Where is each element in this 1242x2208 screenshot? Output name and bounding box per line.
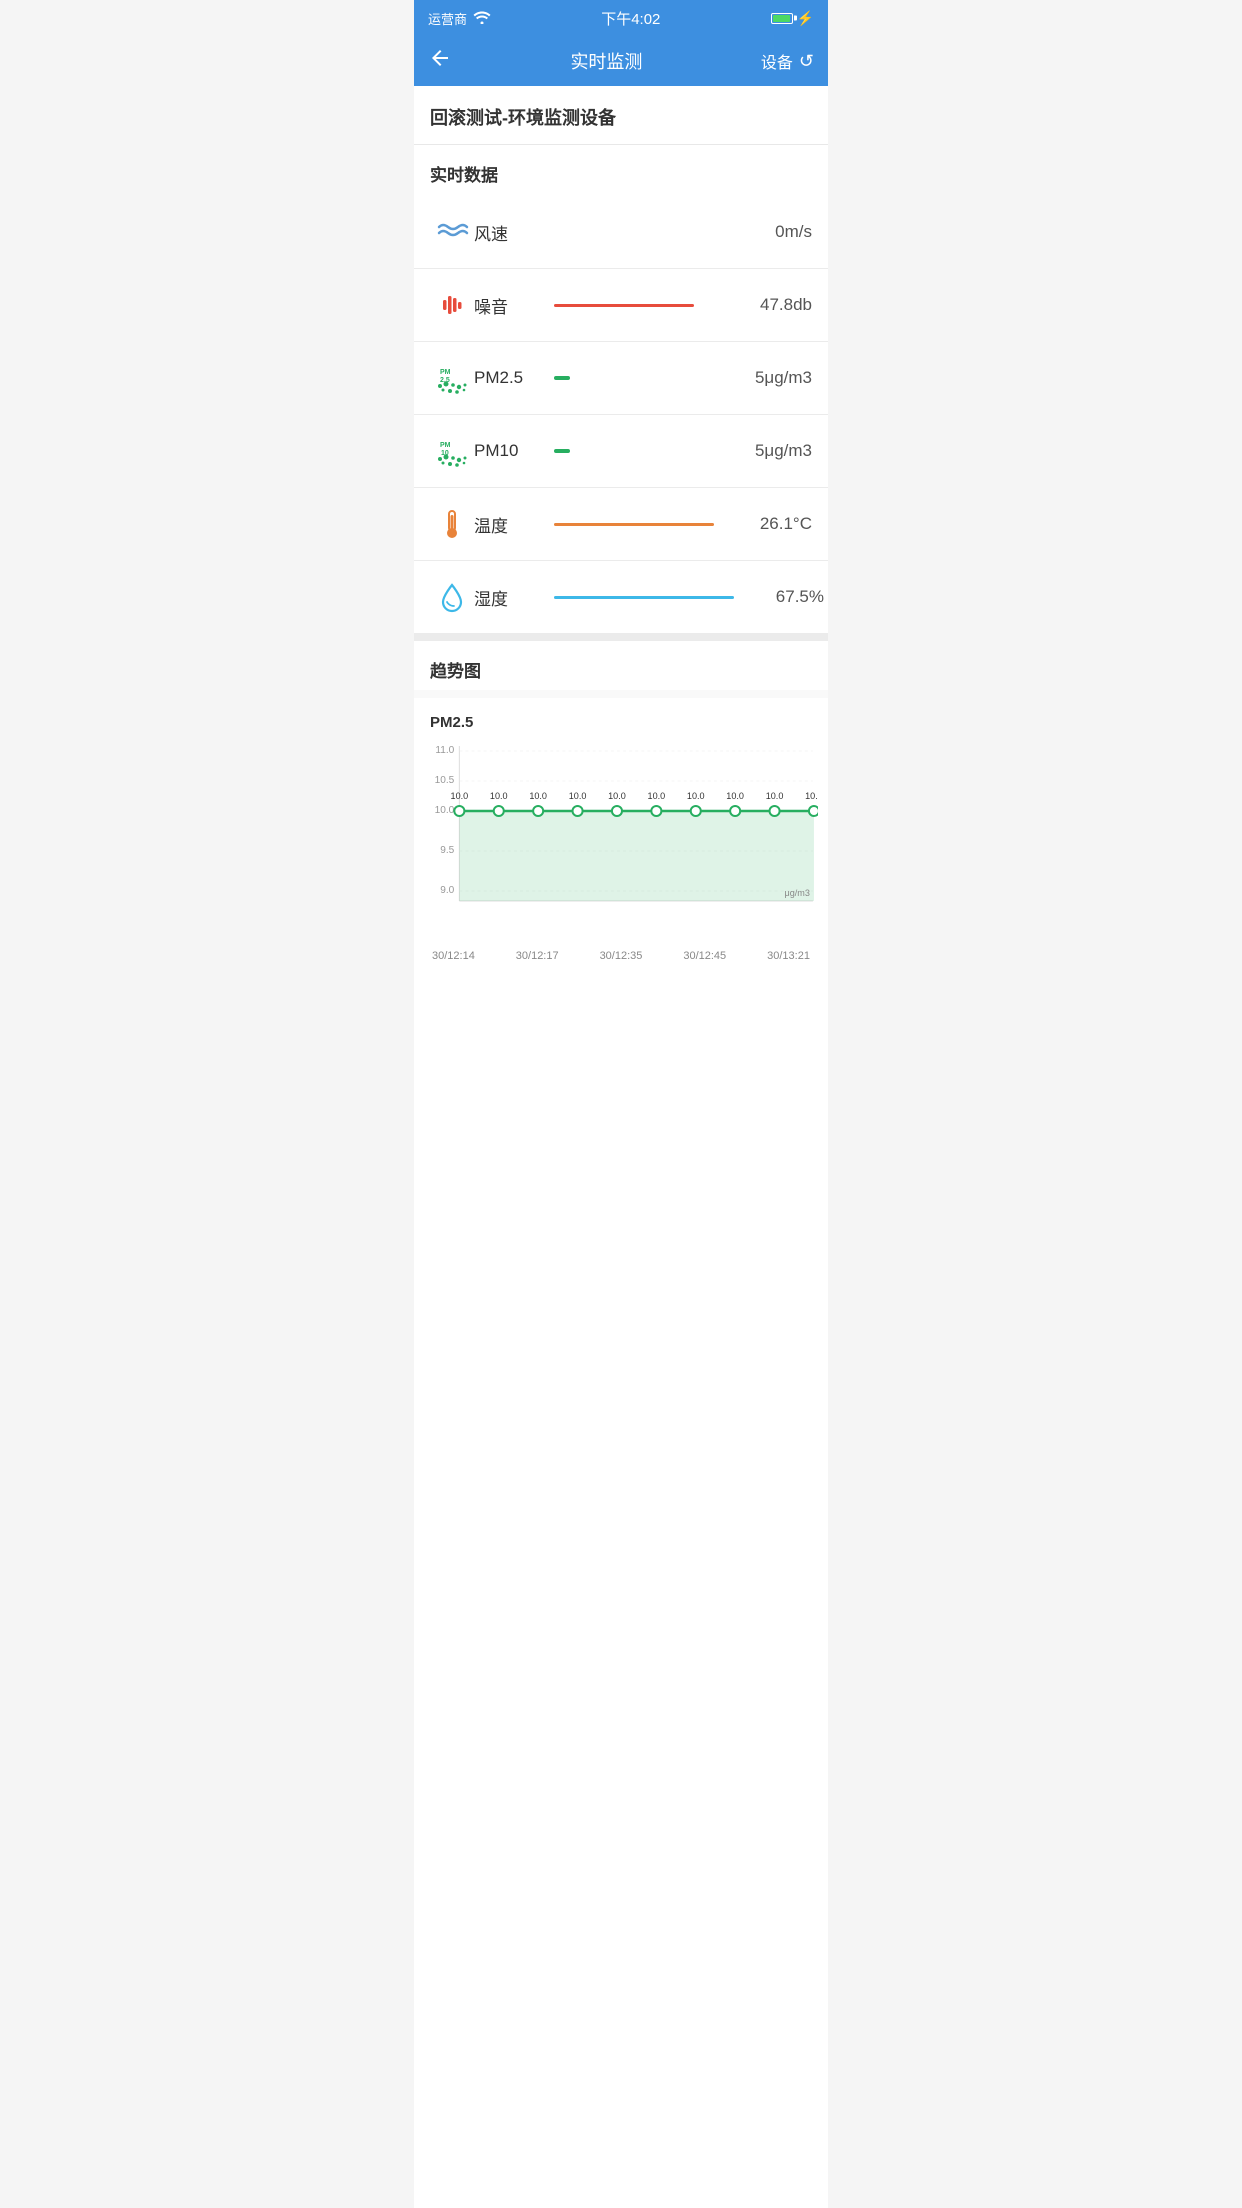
temp-icon [430,502,474,546]
wind-label: 风速 [474,220,554,245]
pm10-value: 5μg/m3 [722,441,812,461]
temp-bar [554,523,714,526]
chart-section: PM2.5 11.0 10.5 10.0 9.5 9.0 [414,698,828,971]
device-title: 回滚测试-环境监测设备 [414,86,828,145]
svg-text:11.0: 11.0 [435,745,454,756]
svg-text:PM: PM [440,369,451,376]
pm10-bar-area [554,449,722,453]
x-label-4: 30/12:45 [683,950,726,962]
x-label-5: 30/13:21 [767,950,810,962]
pm25-icon: PM 2.5 [430,356,474,400]
svg-text:10.0: 10.0 [451,791,469,801]
svg-text:10.0: 10.0 [648,791,666,801]
chart-x-labels: 30/12:14 30/12:17 30/12:35 30/12:45 30/1… [424,946,818,962]
device-label: 设备 [761,49,793,73]
status-time: 下午4:02 [601,8,660,29]
humidity-value: 67.5% [734,587,824,607]
x-label-1: 30/12:14 [432,950,475,962]
svg-text:10.0: 10.0 [608,791,626,801]
pm25-label: PM2.5 [474,368,554,388]
trend-section: 趋势图 PM2.5 11.0 10.5 10.0 9.5 9.0 [414,633,828,971]
noise-row: 噪音 47.8db [414,269,828,342]
svg-text:9.5: 9.5 [440,845,454,856]
svg-text:10.0: 10.0 [435,805,455,816]
chart-container: 11.0 10.5 10.0 9.5 9.0 [424,741,818,961]
svg-text:10.5: 10.5 [435,775,455,786]
carrier-label: 运营商 [428,9,467,28]
temp-value: 26.1°C [722,514,812,534]
pm25-bar-area [554,376,722,380]
noise-label: 噪音 [474,293,554,318]
nav-right-button[interactable]: 设备 ↺ [761,49,814,73]
svg-text:10.0: 10.0 [529,791,547,801]
svg-text:10.0: 10.0 [490,791,508,801]
noise-bar-area [554,304,722,307]
svg-text:10.0: 10.0 [766,791,784,801]
pm10-icon: PM 10 [430,429,474,473]
temp-bar-area [554,523,722,526]
svg-text:9.0: 9.0 [440,885,454,896]
back-button[interactable] [428,46,452,76]
pm10-row: PM 10 PM10 5μg/m3 [414,415,828,488]
humidity-label: 湿度 [474,585,554,610]
svg-text:10.0: 10.0 [805,791,818,801]
chart-title: PM2.5 [424,714,818,741]
nav-bar: 实时监测 设备 ↺ [414,36,828,86]
status-bar: 运营商 下午4:02 ⚡ [414,0,828,36]
status-left: 运营商 [428,9,491,28]
lightning-icon: ⚡ [797,10,814,27]
humidity-bar [554,596,734,599]
pm25-row: PM 2.5 PM2.5 5μg/m3 [414,342,828,415]
humidity-icon [430,575,474,619]
svg-text:10.0: 10.0 [569,791,587,801]
main-content: 回滚测试-环境监测设备 实时数据 风速 0m/s 噪音 47.8db [414,86,828,2208]
pm10-label: PM10 [474,441,554,461]
temp-label: 温度 [474,512,554,537]
refresh-icon[interactable]: ↺ [799,51,814,72]
pm25-value: 5μg/m3 [722,368,812,388]
trend-header: 趋势图 [414,641,828,690]
temp-row: 温度 26.1°C [414,488,828,561]
svg-text:μg/m3: μg/m3 [784,888,809,898]
battery-icon [771,13,793,24]
chart-svg: 11.0 10.5 10.0 9.5 9.0 [424,741,818,941]
noise-icon [430,283,474,327]
wind-row: 风速 0m/s [414,196,828,269]
svg-text:10.0: 10.0 [726,791,744,801]
noise-bar [554,304,694,307]
svg-text:PM: PM [440,442,451,449]
svg-text:10.0: 10.0 [687,791,705,801]
x-label-2: 30/12:17 [516,950,559,962]
humidity-row: 湿度 67.5% [414,561,828,633]
noise-value: 47.8db [722,295,812,315]
wifi-icon [473,10,491,27]
x-label-3: 30/12:35 [600,950,643,962]
wind-value: 0m/s [722,222,812,242]
pm10-bar [554,449,570,453]
nav-title: 实时监测 [570,48,642,74]
humidity-bar-area [554,596,734,599]
realtime-section-header: 实时数据 [414,145,828,196]
wind-icon [430,210,474,254]
pm25-bar [554,376,570,380]
status-right: ⚡ [771,10,814,27]
